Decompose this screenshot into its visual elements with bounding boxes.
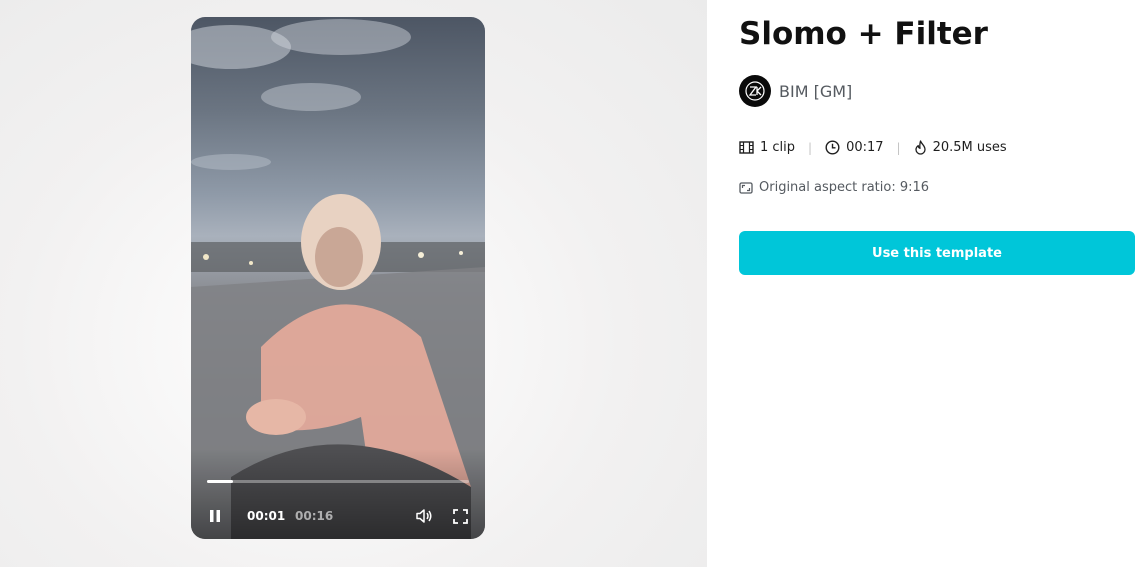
preview-pane: 00:01 00:16 [0, 0, 707, 567]
aspect-ratio-icon [739, 181, 753, 194]
pause-icon [210, 510, 220, 522]
progress-bar[interactable] [207, 480, 469, 483]
author-name[interactable]: BIM [GM] [779, 82, 852, 101]
film-icon [739, 141, 754, 154]
fullscreen-icon [452, 508, 468, 524]
volume-button[interactable] [414, 506, 434, 526]
use-count-label: 20.5M uses [932, 140, 1007, 155]
aspect-ratio-label: Original aspect ratio: 9:16 [759, 180, 930, 195]
clip-count: 1 clip [739, 140, 795, 155]
current-time: 00:01 [247, 509, 286, 523]
divider: | [896, 140, 901, 155]
duration: 00:17 [825, 140, 884, 155]
controls-shade [191, 449, 485, 539]
duration-label: 00:17 [846, 140, 884, 155]
aspect-ratio: Original aspect ratio: 9:16 [739, 180, 929, 195]
total-time: 00:16 [295, 509, 334, 523]
divider: | [808, 140, 813, 155]
zk-monogram-icon [745, 81, 765, 101]
progress-fill [207, 480, 234, 483]
flame-icon [914, 140, 926, 155]
author[interactable]: BIM [GM] [739, 75, 852, 107]
use-count: 20.5M uses [914, 140, 1007, 155]
use-template-button[interactable]: Use this template [739, 231, 1135, 275]
clock-icon [825, 140, 840, 155]
template-title: Slomo + Filter [739, 16, 988, 52]
volume-icon [416, 509, 432, 523]
clip-count-label: 1 clip [760, 140, 796, 155]
video-player[interactable]: 00:01 00:16 [191, 17, 485, 539]
pause-button[interactable] [205, 506, 225, 526]
fullscreen-button[interactable] [450, 506, 470, 526]
template-stats: 1 clip | 00:17 | 20.5M uses [739, 140, 1007, 155]
avatar[interactable] [739, 75, 771, 107]
